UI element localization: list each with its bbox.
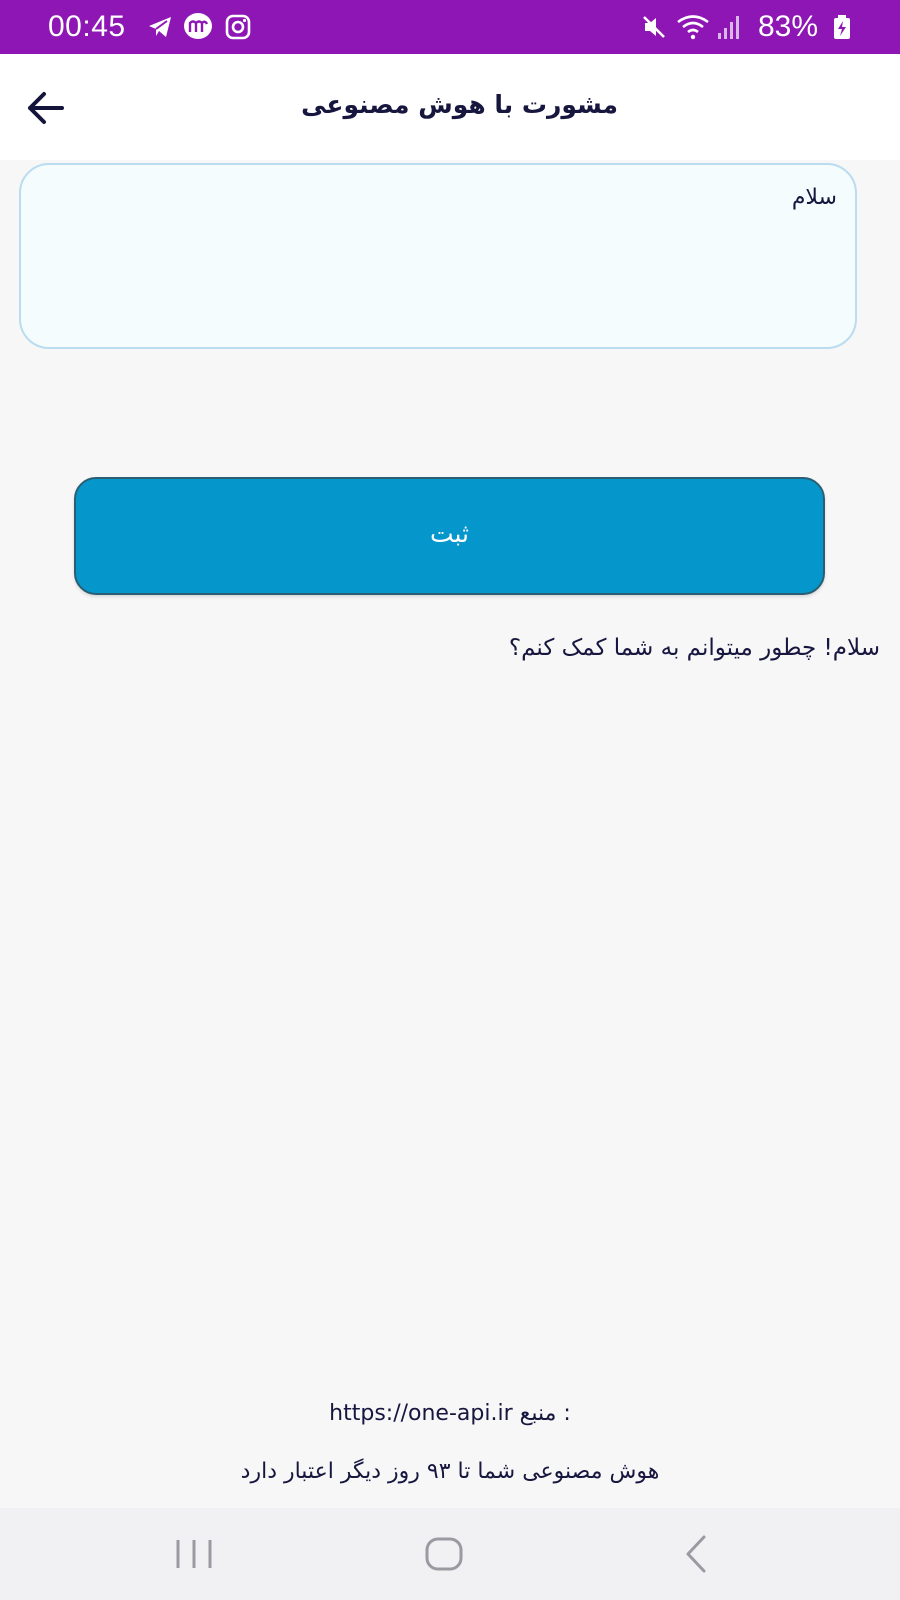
signal-icon — [718, 16, 739, 39]
submit-button[interactable]: ثبت — [74, 477, 825, 595]
back-icon[interactable] — [670, 1526, 726, 1582]
recents-icon[interactable] — [166, 1526, 222, 1582]
question-input-value: سلام — [791, 185, 837, 210]
home-icon[interactable] — [416, 1526, 472, 1582]
ai-response-text: سلام! چطور میتوانم به شما کمک کنم؟ — [508, 635, 880, 661]
instagram-icon — [225, 14, 251, 40]
status-time: 00:45 — [48, 10, 126, 43]
source-line: https://one-api.ir منبع : — [0, 1401, 900, 1426]
navigation-bar — [0, 1508, 900, 1600]
app-bar: مشورت با هوش مصنوعی — [0, 54, 900, 160]
telegram-icon — [149, 17, 171, 37]
submit-button-label: ثبت — [429, 519, 470, 548]
source-label: منبع : — [519, 1401, 571, 1426]
mute-icon — [643, 16, 665, 38]
validity-text: هوش مصنوعی شما تا ۹۳ روز دیگر اعتبار دار… — [240, 1459, 660, 1484]
battery-percent: 83% — [758, 10, 819, 43]
question-input[interactable]: سلام — [19, 163, 857, 349]
messenger-icon — [184, 13, 212, 39]
page-title: مشورت با هوش مصنوعی — [301, 90, 618, 119]
arrow-left-icon[interactable] — [22, 84, 70, 132]
battery-icon — [834, 15, 850, 39]
status-bar: 00:45 83% — [0, 0, 900, 54]
source-url: https://one-api.ir — [329, 1401, 513, 1426]
wifi-icon — [677, 15, 709, 40]
